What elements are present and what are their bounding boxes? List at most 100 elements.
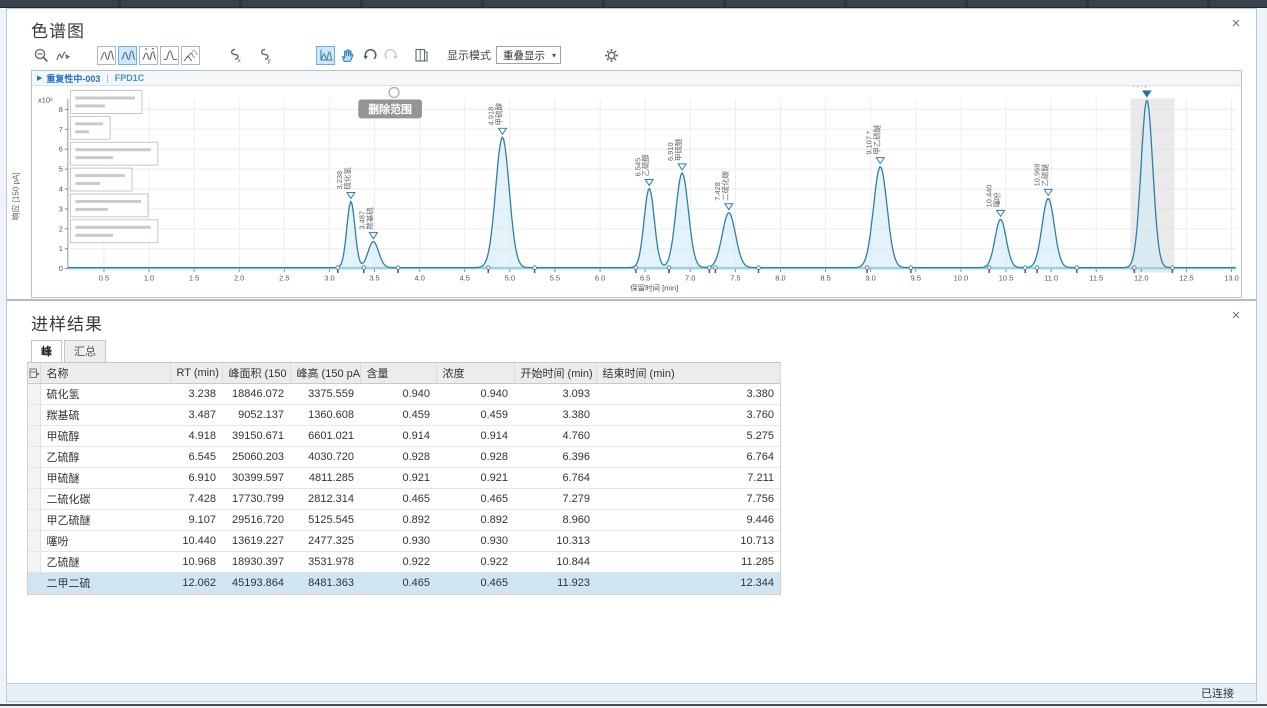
cell-value: 3.238 bbox=[170, 384, 222, 405]
row-header-cell bbox=[28, 531, 40, 552]
display-mode-value: 重叠显示 bbox=[503, 48, 545, 63]
annotation-box bbox=[70, 90, 142, 113]
chromatogram-canvas[interactable]: 012345678x10²0.51.01.52.02.53.03.54.04.5… bbox=[32, 86, 1241, 296]
signal-separator: | bbox=[106, 73, 108, 83]
cell-value: 2812.314 bbox=[290, 489, 360, 510]
link-y-axis-icon[interactable]: y bbox=[254, 45, 274, 65]
y-axis-ticks: 012345678x10² bbox=[38, 95, 68, 273]
chromatogram-fill bbox=[68, 101, 1236, 269]
cell-value: 6601.021 bbox=[290, 426, 360, 447]
copy-report-icon[interactable] bbox=[411, 45, 431, 65]
svg-text:12.5: 12.5 bbox=[1179, 274, 1194, 283]
peak-apex-marker bbox=[645, 179, 653, 185]
cell-value: 0.465 bbox=[360, 573, 436, 594]
svg-text:7.0: 7.0 bbox=[685, 274, 695, 283]
column-header[interactable]: RT (min)△ bbox=[170, 363, 222, 384]
peak-label: 3.487羰基硫 bbox=[357, 207, 374, 230]
table-row[interactable]: 羰基硫3.4879052.1371360.6080.4590.4593.3803… bbox=[28, 405, 780, 426]
signal-detector: FPD1C bbox=[115, 73, 145, 83]
cell-value: 7.756 bbox=[596, 489, 780, 510]
redo-icon[interactable] bbox=[381, 45, 401, 65]
cell-value: 5125.545 bbox=[290, 510, 360, 531]
column-header[interactable]: 名称 bbox=[40, 363, 170, 384]
cell-name: 硫化氢 bbox=[40, 384, 170, 405]
annotation-box bbox=[70, 142, 158, 165]
cell-value: 4811.285 bbox=[290, 468, 360, 489]
chevron-down-icon: ▾ bbox=[552, 51, 556, 60]
peak-label: 10.968乙硫醚 bbox=[1032, 164, 1049, 187]
table-header-row: 名称RT (min)△峰面积 (150 ...峰高 (150 pA)含量浓度开始… bbox=[28, 363, 780, 384]
chromatogram-plot[interactable]: 012345678x10²0.51.01.52.02.53.03.54.04.5… bbox=[32, 86, 1241, 296]
cell-value: 25060.203 bbox=[222, 447, 290, 468]
zoom-out-icon[interactable] bbox=[31, 45, 51, 65]
cell-value: 0.940 bbox=[436, 384, 514, 405]
close-icon[interactable]: × bbox=[1228, 15, 1244, 31]
signal-name: 重复性中-003 bbox=[46, 72, 100, 85]
cell-value: 10.844 bbox=[514, 552, 596, 573]
column-header[interactable]: 含量 bbox=[360, 363, 436, 384]
top-menubar bbox=[0, 0, 1267, 8]
row-header-cell bbox=[28, 552, 40, 573]
table-row[interactable]: 乙硫醇6.54525060.2034030.7200.9280.9286.396… bbox=[28, 447, 780, 468]
cell-value: 11.923 bbox=[514, 573, 596, 594]
svg-text:删除范围: 删除范围 bbox=[368, 102, 412, 116]
cell-value: 0.459 bbox=[436, 405, 514, 426]
chart-tool-icon[interactable] bbox=[316, 46, 335, 65]
cursor-touch-icon bbox=[389, 88, 399, 98]
overlay-peaks-arrows-icon[interactable] bbox=[139, 46, 158, 65]
cell-value: 3.760 bbox=[596, 405, 780, 426]
tab-peaks[interactable]: 峰 bbox=[31, 340, 62, 362]
svg-text:13.0: 13.0 bbox=[1224, 274, 1239, 283]
table-row[interactable]: 甲硫醇4.91839150.6716601.0210.9140.9144.760… bbox=[28, 426, 780, 447]
single-curve-icon[interactable] bbox=[160, 46, 179, 65]
signal-tab[interactable]: ▶ 重复性中-003 | FPD1C bbox=[32, 71, 1241, 86]
cell-value: 0.921 bbox=[436, 468, 514, 489]
tab-summary[interactable]: 汇总 bbox=[64, 340, 106, 362]
table-row[interactable]: 甲乙硫醚9.10729516.7205125.5450.8920.8928.96… bbox=[28, 510, 780, 531]
overlay-peaks-icon[interactable] bbox=[97, 46, 116, 65]
column-header[interactable]: 结束时间 (min) bbox=[596, 363, 780, 384]
undo-icon[interactable] bbox=[359, 45, 379, 65]
hand-pan-icon[interactable] bbox=[337, 45, 357, 65]
table-row[interactable]: 硫化氢3.23818846.0723375.5590.9400.9403.093… bbox=[28, 384, 780, 405]
column-header[interactable]: 峰高 (150 pA) bbox=[290, 363, 360, 384]
svg-text:1.0: 1.0 bbox=[144, 274, 154, 283]
column-header[interactable]: 峰面积 (150 ... bbox=[222, 363, 290, 384]
table-row[interactable]: 二甲二硫12.06245193.8648481.3630.4650.46511.… bbox=[28, 573, 780, 594]
svg-text:甲硫醇: 甲硫醇 bbox=[493, 102, 503, 125]
cell-value: 10.968 bbox=[170, 552, 222, 573]
table-row[interactable]: 乙硫醚10.96818930.3973531.9780.9220.92210.8… bbox=[28, 552, 780, 573]
cell-value: 45193.864 bbox=[222, 573, 290, 594]
cell-value: 7.428 bbox=[170, 489, 222, 510]
cell-value: 6.764 bbox=[514, 468, 596, 489]
zoom-region-icon[interactable] bbox=[53, 45, 73, 65]
cell-value: 6.396 bbox=[514, 447, 596, 468]
cell-value: 0.930 bbox=[360, 531, 436, 552]
close-icon[interactable]: × bbox=[1228, 307, 1244, 323]
svg-text:2.0: 2.0 bbox=[234, 274, 244, 283]
table-row[interactable]: 甲硫醚6.91030399.5974811.2850.9210.9216.764… bbox=[28, 468, 780, 489]
stacked-curves-icon[interactable] bbox=[181, 46, 200, 65]
svg-text:1.5: 1.5 bbox=[189, 274, 199, 283]
peak-apex-marker bbox=[347, 192, 355, 198]
table-row[interactable]: 二硫化碳7.42817730.7992812.3140.4650.4657.27… bbox=[28, 489, 780, 510]
cell-value: 10.313 bbox=[514, 531, 596, 552]
svg-text:乙硫醇: 乙硫醇 bbox=[640, 154, 650, 177]
peak-apex-marker bbox=[369, 233, 377, 239]
table-row[interactable]: 噻吩10.44013619.2272477.3250.9300.93010.31… bbox=[28, 531, 780, 552]
column-header[interactable]: 开始时间 (min) bbox=[514, 363, 596, 384]
cell-name: 二甲二硫 bbox=[40, 573, 170, 594]
column-header[interactable]: 浓度 bbox=[436, 363, 514, 384]
link-x-axis-icon[interactable]: x bbox=[224, 45, 244, 65]
cell-value: 4.760 bbox=[514, 426, 596, 447]
svg-text:8.5: 8.5 bbox=[820, 274, 830, 283]
cell-value: 4.918 bbox=[170, 426, 222, 447]
overlay-peaks-active-icon[interactable] bbox=[118, 46, 137, 65]
svg-text:3.5: 3.5 bbox=[369, 274, 379, 283]
display-mode-select[interactable]: 重叠显示 ▾ bbox=[496, 46, 561, 64]
chromatogram-frame: ▶ 重复性中-003 | FPD1C 012345678x10²0.51.01.… bbox=[31, 70, 1242, 298]
gear-icon[interactable] bbox=[601, 45, 621, 65]
cell-name: 羰基硫 bbox=[40, 405, 170, 426]
table-menu-cell[interactable] bbox=[28, 363, 40, 384]
svg-text:乙硫醚: 乙硫醚 bbox=[1039, 164, 1049, 187]
